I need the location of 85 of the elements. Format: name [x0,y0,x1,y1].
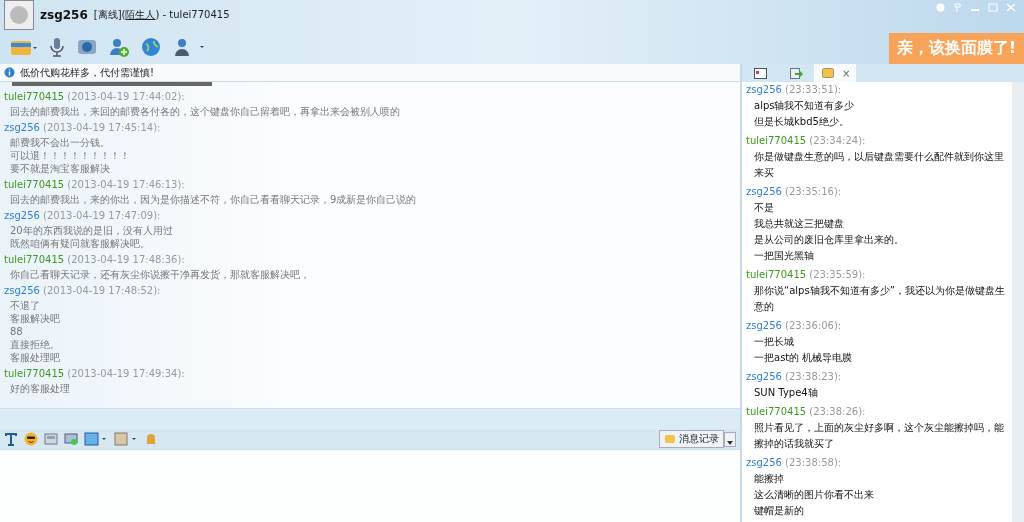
sender-name: tulei770415 [746,135,807,146]
font-icon[interactable] [4,432,18,446]
message-text: 你是做键盘生意的吗，以后键盘需要什么配件就到你这里来买 [753,150,1005,180]
timestamp: (2013-04-19 17:44:02): [67,91,185,102]
message-text: 直接拒绝。 [9,338,61,350]
sender-name: tulei770415 [4,91,65,102]
close-tab-button[interactable]: × [842,64,857,82]
contact-name: zsg256 [40,8,88,22]
message-text: 一把ast的 机械导电膜 [753,351,854,365]
message-text: 客服解决吧 [9,312,61,324]
message-text: 一把国光黑轴 [753,249,815,263]
timestamp: (23:38:58): [785,457,842,468]
speech-bubble-icon [664,433,676,445]
globe-icon[interactable] [140,36,162,58]
message-text: 回去的邮费我出，来回的邮费各付各的，这个键盘你自己留着吧，再拿出来会被别人喷的 [9,105,401,117]
timestamp: (23:38:23): [785,371,842,382]
message-text: 不是 [753,201,775,215]
message-text: 能擦掉 [753,472,785,486]
timestamp: (2013-04-19 17:48:52): [43,285,161,296]
contact-status: [离线](陌生人) - tulei770415 [93,8,230,22]
message-text: 88 [9,325,24,337]
sender-name: zsg256 [4,285,40,296]
message-text: 是从公司的废旧仓库里拿出来的。 [753,233,905,247]
sender-name: zsg256 [4,122,40,133]
card-icon [753,67,767,79]
add-contact-icon[interactable] [108,36,130,58]
speech-bubble-icon [821,67,835,79]
sender-name: zsg256 [746,371,782,382]
message-text: 一把长城 [753,335,795,349]
message-text: 照片看见了，上面的灰尘好多啊，这个灰尘能擦掉吗，能擦掉的话我就买了 [753,421,1005,451]
image-icon[interactable] [44,432,58,446]
message-text: 回去的邮费我出，来的你出，因为是你描述不符，你自己看看聊天记录，9成新是你自己说的 [9,193,418,205]
microphone-icon[interactable] [48,36,66,58]
timestamp: (23:36:06): [785,320,842,331]
message-text: 但是长城kbd5绝少。 [753,115,850,129]
emoji-icon[interactable] [24,432,38,446]
message-text: 要不就是淘宝客服解决 [9,162,111,174]
screenshot-icon[interactable] [84,432,108,446]
scrollbar[interactable] [1012,82,1024,522]
sender-name: tulei770415 [4,368,65,379]
message-text: 好的客服处理 [9,382,71,394]
sender-name: tulei770415 [4,254,65,265]
message-text: 这么清晰的图片你看不出来 [753,488,875,502]
message-text: 可以退！！！！！！！！！ [9,149,131,161]
sender-name: tulei770415 [746,406,807,417]
message-history-button[interactable]: 消息记录 [659,430,724,448]
message-text: 键帽是新的 [753,504,805,518]
sender-name: tulei770415 [746,269,807,280]
timestamp: (23:34:24): [809,135,866,146]
timestamp: (23:35:16): [785,186,842,197]
timestamp: (2013-04-19 17:47:09): [43,210,161,221]
caret-icon [727,440,733,445]
sender-name: zsg256 [746,457,782,468]
message-text: 20年的东西我说的是旧，没有人用过 [9,224,174,236]
relation-link[interactable]: 陌生人 [125,9,156,20]
sender-name: tulei770415 [4,179,65,190]
message-text: 邮费我不会出一分钱。 [9,136,111,148]
calendar-icon[interactable] [114,432,138,446]
sender-name: zsg256 [746,186,782,197]
timestamp: (2013-04-19 17:46:13): [67,179,185,190]
avatar-icon[interactable] [4,0,34,30]
message-text: SUN Type4轴 [753,386,819,400]
message-text: 你自己看聊天记录，还有灰尘你说擦干净再发货，那就客服解决吧， [9,268,311,280]
message-text: alps轴我不知道有多少 [753,99,856,113]
notice-text: 低价代购花样多，代付需谨慎! [20,65,154,80]
timestamp: (23:33:51): [785,84,842,95]
info-icon [4,67,15,78]
sender-name: zsg256 [4,210,40,221]
timestamp: (23:35:59): [809,269,866,280]
message-input[interactable] [0,449,740,522]
timestamp: (23:38:26): [809,406,866,417]
message-text: 那你说“alps轴我不知道有多少”，我还以为你是做键盘生意的 [753,284,1006,314]
screen-icon[interactable] [64,432,78,446]
history-dropdown[interactable] [724,431,736,447]
user-tools-icon[interactable] [172,36,206,58]
message-text: 既然咱俩有疑问就客服解决吧。 [9,237,151,249]
bell-icon[interactable] [144,432,158,446]
timestamp: (2013-04-19 17:48:36): [67,254,185,265]
sender-name: zsg256 [746,320,782,331]
message-text: 客服处理吧 [9,351,61,363]
timestamp: (2013-04-19 17:49:34): [67,368,185,379]
message-text: 不退了 [9,299,41,311]
sender-name: zsg256 [746,84,782,95]
message-text: 我总共就这三把键盘 [753,217,845,231]
timestamp: (2013-04-19 17:45:14): [43,122,161,133]
